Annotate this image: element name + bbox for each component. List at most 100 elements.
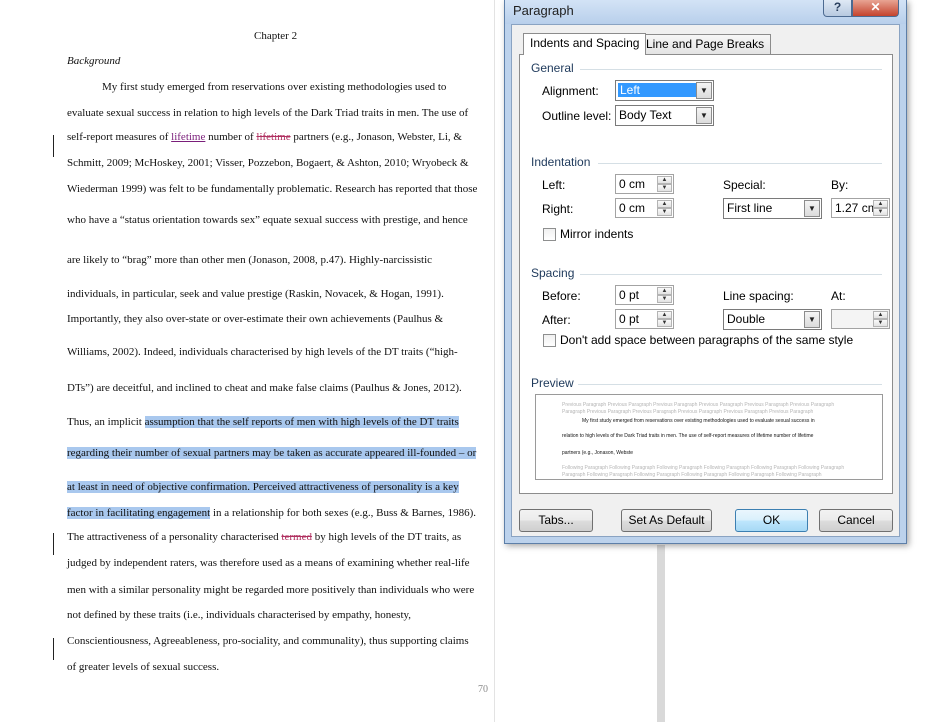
document-line[interactable]: are likely to “brag” more than other men… — [67, 253, 432, 267]
line-spacing-select[interactable]: Double ▼ — [723, 309, 822, 330]
text-run: evaluate sexual success in relation to h… — [67, 107, 469, 119]
document-line[interactable]: Schmitt, 2009; McHoskey, 2001; Visser, P… — [67, 156, 469, 170]
space-after-spinner[interactable]: 0 pt ▲ ▼ — [615, 309, 674, 329]
document-line[interactable]: evaluate sexual success in relation to h… — [67, 106, 468, 120]
tabs-button[interactable]: Tabs... — [519, 509, 593, 532]
document-line[interactable]: who have a “status orientation towards s… — [67, 213, 468, 227]
by-value: 1.27 cm — [835, 201, 878, 215]
text-run: individuals, in particular, seek and val… — [67, 288, 444, 300]
document-line[interactable]: not defined by these traits (i.e., indiv… — [67, 608, 411, 622]
chapter-title: Chapter 2 — [254, 30, 298, 42]
chevron-down-icon[interactable]: ▼ — [696, 82, 712, 99]
dialog-title: Paragraph — [513, 3, 574, 18]
preview-previous-line: Paragraph Previous Paragraph Previous Pa… — [562, 409, 814, 415]
spin-up-icon[interactable]: ▲ — [657, 200, 672, 208]
spin-down-icon[interactable]: ▼ — [657, 208, 672, 216]
right-indent-label: Right: — [542, 202, 574, 216]
document-line[interactable]: men with a similar personality might be … — [67, 583, 474, 597]
text-run: Wiederman 1999) was felt to be fundament… — [67, 183, 478, 195]
indentation-separator — [598, 163, 882, 164]
space-before-value: 0 pt — [619, 288, 640, 302]
change-bar — [53, 135, 54, 157]
line-spacing-value: Double — [727, 312, 766, 326]
after-label: After: — [542, 313, 571, 327]
document-line[interactable]: Wiederman 1999) was felt to be fundament… — [67, 182, 477, 196]
left-indent-spinner[interactable]: 0 cm ▲ ▼ — [615, 174, 674, 194]
document-line[interactable]: of greater levels of sexual success. — [67, 660, 219, 674]
document-line[interactable]: Thus, an implicit assumption that the se… — [67, 415, 459, 429]
left-indent-label: Left: — [542, 178, 566, 192]
spin-up-icon[interactable]: ▲ — [657, 311, 672, 319]
spin-down-icon[interactable]: ▼ — [657, 295, 672, 303]
spin-up-icon[interactable]: ▲ — [657, 287, 672, 295]
document-line[interactable]: regarding their number of sexual partner… — [67, 446, 477, 460]
spin-down-icon[interactable]: ▼ — [873, 319, 888, 327]
document-line[interactable]: judged by independent raters, was theref… — [67, 556, 470, 570]
change-bar — [53, 533, 54, 555]
preview-following-line: Paragraph Following Paragraph Following … — [562, 472, 822, 478]
help-button[interactable]: ? — [823, 0, 852, 17]
text-run: judged by independent raters, was theref… — [67, 557, 470, 569]
text-run: Schmitt, 2009; McHoskey, 2001; Visser, P… — [67, 157, 469, 169]
mirror-indents-checkbox[interactable] — [543, 228, 556, 241]
document-line[interactable]: The attractiveness of a personality char… — [67, 530, 461, 544]
document-line[interactable]: Williams, 2002). Indeed, individuals cha… — [67, 345, 458, 359]
outline-level-select[interactable]: Body Text ▼ — [615, 105, 714, 126]
paragraph-preview: Previous Paragraph Previous Paragraph Pr… — [535, 394, 883, 480]
selected-text: regarding their number of sexual partner… — [67, 447, 477, 459]
page-shadow — [657, 545, 665, 722]
at-spinner[interactable]: ▲ ▼ — [831, 309, 890, 329]
document-line[interactable]: Importantly, they also over-state or ove… — [67, 312, 443, 326]
text-run: of greater levels of sexual success. — [67, 661, 220, 673]
preview-header: Preview — [531, 376, 574, 390]
by-label: By: — [831, 178, 849, 192]
document-line[interactable]: individuals, in particular, seek and val… — [67, 287, 444, 301]
dialog-titlebar[interactable]: Paragraph ? ✕ — [505, 0, 906, 24]
preview-previous-line: Previous Paragraph Previous Paragraph Pr… — [562, 402, 835, 408]
line-spacing-label: Line spacing: — [723, 289, 794, 303]
spin-down-icon[interactable]: ▼ — [657, 319, 672, 327]
spin-up-icon[interactable]: ▲ — [657, 176, 672, 184]
spin-down-icon[interactable]: ▼ — [873, 208, 888, 216]
special-select[interactable]: First line ▼ — [723, 198, 822, 219]
document-line[interactable]: at least in need of objective confirmati… — [67, 480, 459, 494]
outline-level-label: Outline level: — [542, 109, 612, 123]
right-indent-spinner[interactable]: 0 cm ▲ ▼ — [615, 198, 674, 218]
spin-up-icon[interactable]: ▲ — [873, 200, 888, 208]
spin-down-icon[interactable]: ▼ — [657, 184, 672, 192]
text-run: My first study emerged from reservations… — [102, 81, 447, 93]
right-indent-value: 0 cm — [619, 201, 646, 215]
document-line[interactable]: My first study emerged from reservations… — [102, 80, 446, 94]
close-button[interactable]: ✕ — [852, 0, 899, 17]
preview-following-line: Following Paragraph Following Paragraph … — [562, 465, 845, 471]
tab-indents-and-spacing[interactable]: Indents and Spacing — [523, 33, 647, 55]
mirror-indents-label[interactable]: Mirror indents — [560, 227, 633, 241]
document-line[interactable]: DTs”) are deceitful, and inclined to che… — [67, 381, 462, 395]
document-line[interactable]: self-report measures of lifetime number … — [67, 130, 462, 144]
document-page[interactable]: Chapter 2 Background My first study emer… — [0, 0, 496, 722]
by-spinner[interactable]: 1.27 cm ▲ ▼ — [831, 198, 890, 218]
dont-add-space-label[interactable]: Don't add space between paragraphs of th… — [560, 333, 853, 347]
page-number: 70 — [478, 684, 488, 695]
text-run: Importantly, they also over-state or ove… — [67, 313, 444, 325]
chevron-down-icon[interactable]: ▼ — [696, 107, 712, 124]
document-line[interactable]: Conscientiousness, Agreeableness, pro-so… — [67, 634, 469, 648]
text-run: in a relationship for both sexes (e.g., … — [210, 507, 477, 519]
chevron-down-icon[interactable]: ▼ — [804, 311, 820, 328]
cancel-button[interactable]: Cancel — [819, 509, 893, 532]
space-after-value: 0 pt — [619, 312, 640, 326]
general-separator — [580, 69, 882, 70]
spacing-separator — [580, 274, 882, 275]
tracked-deletion: termed — [281, 531, 312, 543]
spin-up-icon[interactable]: ▲ — [873, 311, 888, 319]
dont-add-space-checkbox[interactable] — [543, 334, 556, 347]
chevron-down-icon[interactable]: ▼ — [804, 200, 820, 217]
selected-text: assumption that the self reports of men … — [144, 416, 459, 428]
selected-text: factor in facilitating engagement — [67, 507, 211, 519]
tab-line-and-page-breaks[interactable]: Line and Page Breaks — [639, 34, 772, 55]
space-before-spinner[interactable]: 0 pt ▲ ▼ — [615, 285, 674, 305]
document-line[interactable]: factor in facilitating engagement in a r… — [67, 506, 476, 520]
set-as-default-button[interactable]: Set As Default — [621, 509, 712, 532]
ok-button[interactable]: OK — [735, 509, 808, 532]
alignment-select[interactable]: Left ▼ — [615, 80, 714, 101]
